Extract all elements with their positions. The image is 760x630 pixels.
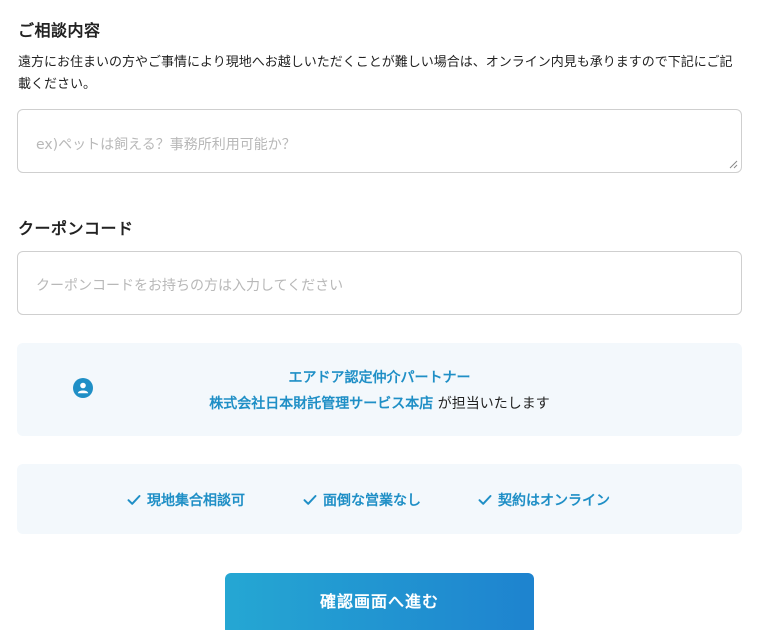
resize-grip-icon[interactable] xyxy=(729,160,738,169)
feature-item: 現地集合相談可 xyxy=(127,490,245,510)
partner-company: 株式会社日本財託管理サービス本店 xyxy=(209,396,434,412)
feature-item: 面倒な営業なし xyxy=(303,490,421,510)
consultation-heading: ご相談内容 xyxy=(18,21,101,40)
consultation-placeholder: ex)ペットは飼える？事務所利用可能か？ xyxy=(36,137,296,153)
confirm-button[interactable]: 確認画面へ進む xyxy=(225,573,534,630)
consultation-textarea[interactable]: ex)ペットは飼える？事務所利用可能か？ xyxy=(17,109,742,173)
partner-title: エアドア認定仲介パートナー xyxy=(288,370,471,386)
coupon-placeholder: クーポンコードをお持ちの方は入力してください xyxy=(36,278,344,294)
feature-item: 契約はオンライン xyxy=(478,490,610,510)
partner-panel: エアドア認定仲介パートナー 株式会社日本財託管理サービス本店 が担当いたします xyxy=(17,343,742,436)
check-icon xyxy=(303,495,317,505)
feature-label: 現地集合相談可 xyxy=(147,493,245,509)
coupon-heading: クーポンコード xyxy=(18,219,134,238)
feature-panel: 現地集合相談可 面倒な営業なし 契約はオンライン xyxy=(17,464,742,534)
partner-suffix: が担当いたします xyxy=(433,396,550,412)
feature-label: 契約はオンライン xyxy=(498,493,610,509)
feature-label: 面倒な営業なし xyxy=(323,493,421,509)
check-icon xyxy=(478,495,492,505)
consultation-description: 遠方にお住まいの方やご事情により現地へお越しいただくことが難しい場合は、オンライ… xyxy=(18,55,733,92)
partner-line: 株式会社日本財託管理サービス本店 が担当いたします xyxy=(17,393,742,413)
check-icon xyxy=(127,495,141,505)
coupon-input[interactable]: クーポンコードをお持ちの方は入力してください xyxy=(17,251,742,315)
